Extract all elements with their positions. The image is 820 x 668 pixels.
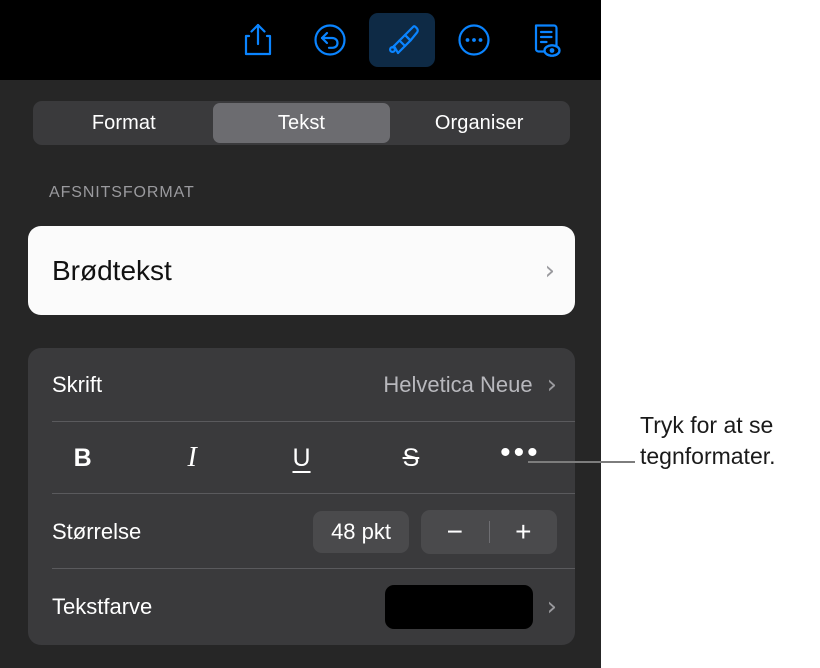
font-value: Helvetica Neue	[383, 372, 533, 397]
undo-icon	[312, 22, 348, 58]
inspector-tabs: Format Tekst Organiser	[33, 101, 570, 145]
underline-button[interactable]: U	[247, 422, 356, 494]
font-size-decrement-button[interactable]: −	[421, 510, 489, 554]
document-view-button[interactable]	[513, 13, 579, 67]
font-size-increment-button[interactable]: +	[490, 510, 558, 554]
font-row[interactable]: Skrift Helvetica Neue ›	[28, 348, 575, 422]
text-color-row[interactable]: Tekstfarve ›	[28, 569, 575, 645]
callout-leader-line	[528, 461, 635, 463]
format-inspector-panel: Format Tekst Organiser AFSNITSFORMAT Brø…	[0, 0, 601, 668]
tab-format[interactable]: Format	[35, 103, 213, 143]
font-size-stepper: − +	[421, 509, 558, 554]
text-color-label: Tekstfarve	[52, 594, 153, 619]
more-circle-icon	[456, 22, 492, 58]
text-color-swatch[interactable]	[384, 585, 533, 629]
chevron-right-icon: ›	[546, 370, 557, 400]
top-toolbar	[0, 0, 601, 80]
font-label: Skrift	[52, 372, 103, 397]
format-paintbrush-button[interactable]	[369, 13, 435, 67]
character-style-row: B I U S •••	[28, 422, 575, 494]
paintbrush-icon	[383, 21, 421, 59]
document-view-icon	[528, 21, 564, 59]
font-size-input[interactable]: 48 pkt	[313, 510, 409, 553]
chevron-right-icon: ›	[544, 255, 555, 286]
italic-button[interactable]: I	[137, 422, 246, 494]
tab-tekst[interactable]: Tekst	[212, 103, 391, 143]
share-button[interactable]	[225, 13, 291, 67]
share-icon	[241, 22, 275, 58]
chevron-right-icon: ›	[546, 592, 557, 622]
more-text-options-button[interactable]: •••	[466, 417, 575, 499]
font-size-label: Størrelse	[52, 518, 142, 544]
tab-organiser[interactable]: Organiser	[390, 103, 568, 143]
more-options-button[interactable]	[441, 13, 507, 67]
text-options-card: Skrift Helvetica Neue › B I U S ••• Stør…	[28, 348, 575, 645]
bold-button[interactable]: B	[28, 422, 137, 494]
callout-text: Tryk for at se tegnformater.	[640, 412, 776, 469]
strikethrough-button[interactable]: S	[356, 422, 465, 494]
paragraph-style-name: Brødtekst	[52, 254, 172, 286]
paragraph-style-row[interactable]: Brødtekst ›	[28, 226, 575, 315]
font-size-row: Størrelse 48 pkt − +	[28, 494, 575, 569]
paragraph-style-section-label: AFSNITSFORMAT	[49, 184, 195, 201]
undo-button[interactable]	[297, 13, 363, 67]
